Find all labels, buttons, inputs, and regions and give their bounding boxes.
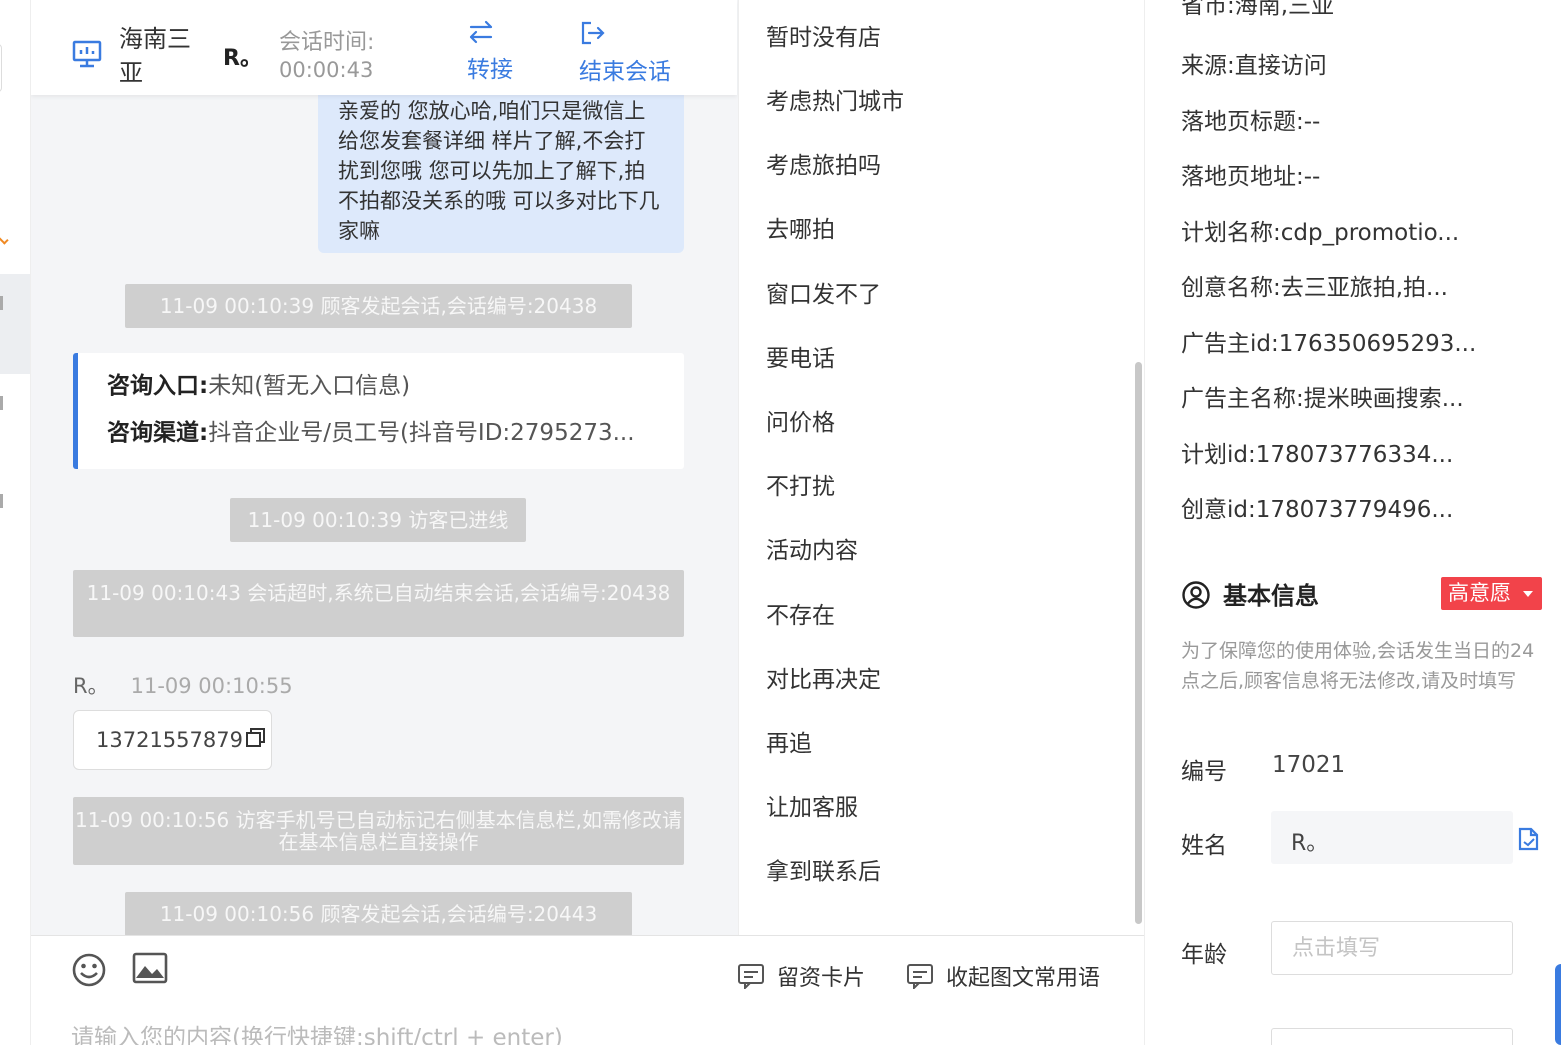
quick-reply-item[interactable]: 暂时没有店 [766, 18, 881, 52]
copy-icon[interactable] [243, 728, 267, 752]
session-time: 00:00:43 [279, 58, 374, 82]
visitor-phone: 13721557879 [96, 728, 243, 752]
quick-reply-item[interactable]: 再追 [766, 724, 812, 758]
name-field[interactable]: R。 [1271, 811, 1513, 864]
lead-card-label: 留资卡片 [777, 966, 866, 991]
transfer-label: 转接 [467, 57, 513, 83]
lead-card-button[interactable]: 留资卡片 [737, 960, 865, 992]
info-plan-name: 计划名称:cdp_promotio... [1181, 220, 1460, 246]
name-label: 姓名 [1181, 833, 1227, 859]
quick-reply-item[interactable]: 要电话 [766, 339, 835, 373]
quick-reply-item[interactable]: 窗口发不了 [766, 275, 881, 309]
transfer-icon [467, 20, 513, 44]
sender-name: R。 [73, 674, 109, 698]
visitor-info-panel: 省市:海南,三亚 来源:直接访问 落地页标题:-- 落地页地址:-- 计划名称:… [1144, 0, 1561, 1045]
quick-reply-item[interactable]: 拿到联系后 [766, 852, 881, 886]
basic-info-label: 基本信息 [1223, 582, 1319, 610]
left-nav-strip [0, 0, 31, 1045]
name-value: R。 [1291, 831, 1329, 856]
left-nav-indicator [0, 233, 9, 245]
left-nav-selected-item[interactable] [0, 274, 30, 374]
consult-entry-value: 未知(暂无入口信息) [208, 373, 411, 399]
age-input[interactable] [1271, 921, 1513, 975]
quick-reply-item[interactable]: 问价格 [766, 403, 835, 437]
system-message: 11-09 00:10:43 会话超时,系统已自动结束会话,会话编号:20438 [73, 570, 684, 637]
intent-level-dropdown[interactable]: 高意愿 [1441, 577, 1542, 610]
quick-reply-item[interactable]: 让加客服 [766, 788, 858, 822]
info-landing-url: 落地页地址:-- [1181, 164, 1321, 190]
exit-icon [579, 20, 671, 46]
message-icon [906, 964, 946, 991]
left-nav-mark [0, 396, 3, 410]
visitor-name: R。 [223, 46, 262, 71]
emoji-icon[interactable] [71, 952, 107, 992]
left-nav-mark [0, 494, 3, 508]
message-input-area: 留资卡片 收起图文常用语 请输入您的内容(换行快捷键:shift/ctrl + … [31, 935, 1144, 1045]
consult-info-card: 咨询入口:未知(暂无入口信息) 咨询渠道:抖音企业号/员工号(抖音号ID:279… [73, 353, 684, 469]
quick-reply-scrollbar[interactable] [1135, 362, 1142, 924]
info-landing-title: 落地页标题:-- [1181, 109, 1321, 135]
system-message: 11-09 00:10:39 访客已进线 [230, 498, 526, 542]
left-nav-box[interactable] [0, 44, 2, 92]
session-time-label: 会话时间: [279, 30, 375, 55]
quick-reply-item[interactable]: 考虑旅拍吗 [766, 146, 881, 180]
message-input[interactable]: 请输入您的内容(换行快捷键:shift/ctrl + enter) [71, 1018, 563, 1045]
system-message: 11-09 00:10:39 顾客发起会话,会话编号:20438 [125, 284, 632, 328]
consult-channel-label: 咨询渠道: [107, 420, 209, 446]
id-label: 编号 [1181, 759, 1227, 785]
transfer-button[interactable]: 转接 [467, 20, 513, 84]
agent-message-bubble: 亲爱的 您放心哈,咱们只是微信上给您发套餐详细 样片了解,不会打扰到您哦 您可以… [318, 90, 684, 253]
consult-channel-value: 抖音企业号/员工号(抖音号ID:2795273... [208, 420, 635, 446]
chat-panel: 海南三亚 R。 会话时间: 00:00:43 转接 结束会话 亲爱的 您放心哈,… [31, 0, 738, 935]
monitor-icon [72, 40, 102, 72]
quick-reply-item[interactable]: 考虑热门城市 [766, 82, 904, 116]
basic-info-title: 基本信息 [1181, 576, 1319, 611]
quick-reply-item[interactable]: 不存在 [766, 596, 835, 630]
info-advertiser-name: 广告主名称:提米映画搜索... [1181, 386, 1464, 412]
info-source: 来源:直接访问 [1181, 53, 1327, 79]
info-edit-note: 为了保障您的使用体验,会话发生当日的24点之后,顾客信息将无法修改,请及时填写 [1181, 640, 1535, 692]
visitor-region: 海南三亚 [119, 25, 191, 87]
quick-reply-item[interactable]: 对比再决定 [766, 660, 881, 694]
next-field-input[interactable] [1271, 1028, 1513, 1045]
side-drawer-tab[interactable] [1555, 964, 1561, 1045]
card-icon [737, 964, 777, 991]
document-icon[interactable] [1517, 826, 1541, 856]
quick-reply-panel: 暂时没有店考虑热门城市 考虑旅拍吗去哪拍窗口发不了要电话问价格不打扰活动内容不存在… [738, 0, 1144, 935]
quick-reply-item[interactable]: 活动内容 [766, 531, 858, 565]
intent-level-label: 高意愿 [1448, 581, 1511, 605]
system-message: 11-09 00:10:56 顾客发起会话,会话编号:20443 [125, 892, 632, 935]
info-creative-id: 创意id:178073779496... [1181, 497, 1454, 523]
quick-reply-item[interactable]: 去哪拍 [766, 210, 835, 244]
visitor-message-bubble: 13721557879 [73, 710, 272, 770]
end-session-label: 结束会话 [579, 59, 671, 85]
collapse-phrases-label: 收起图文常用语 [946, 966, 1101, 991]
chat-header: 海南三亚 R。 会话时间: 00:00:43 转接 结束会话 [31, 0, 737, 95]
info-plan-id: 计划id:178073776334... [1181, 442, 1454, 468]
age-label: 年龄 [1181, 942, 1227, 968]
info-advertiser-id: 广告主id:176350695293... [1181, 331, 1477, 357]
id-value: 17021 [1272, 752, 1346, 778]
message-sender: R。 11-09 00:10:55 [73, 670, 293, 700]
quick-reply-item[interactable]: 不打扰 [766, 467, 835, 501]
end-session-button[interactable]: 结束会话 [579, 20, 671, 86]
collapse-phrases-button[interactable]: 收起图文常用语 [906, 960, 1100, 992]
user-circle-icon [1181, 581, 1223, 610]
consult-entry-label: 咨询入口: [107, 373, 209, 399]
system-message: 11-09 00:10:56 访客手机号已自动标记右侧基本信息栏,如需修改请在基… [73, 797, 684, 865]
info-creative-name: 创意名称:去三亚旅拍,拍... [1181, 275, 1448, 301]
left-nav-mark [0, 296, 3, 310]
caret-down-icon [1523, 591, 1533, 597]
image-icon[interactable] [132, 952, 168, 988]
info-region: 省市:海南,三亚 [1181, 0, 1335, 19]
message-time: 11-09 00:10:55 [130, 674, 293, 698]
